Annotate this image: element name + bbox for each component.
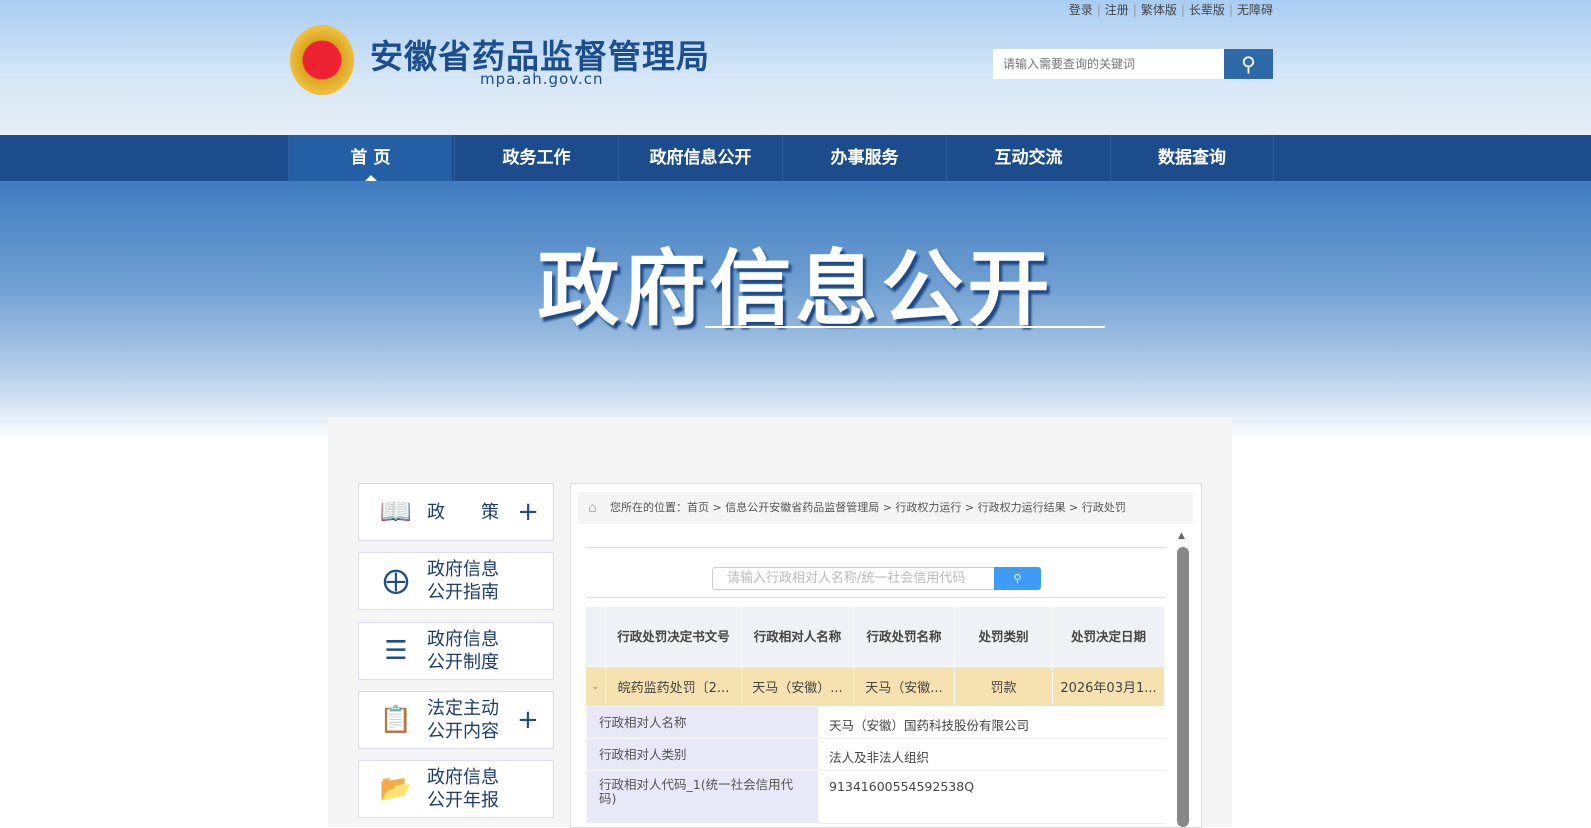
divider (586, 547, 1166, 548)
table-header: 行政处罚名称 (854, 607, 955, 666)
table-header: 行政处罚决定书文号 (606, 607, 742, 666)
book-icon: 📖 (379, 497, 413, 527)
detail-value: 法人及非法人组织 (818, 739, 1165, 771)
main-nav: 首 页 政务工作 政府信息公开 办事服务 互动交流 数据查询 (0, 135, 1591, 181)
table-cell: 天马（安徽... (854, 667, 955, 706)
crumb-home[interactable]: 首页 (687, 501, 709, 514)
table-header-expand (586, 607, 606, 666)
breadcrumb: ⌂ 您所在的位置：首页 > 信息公开安徽省药品监督管理局 > 行政权力运行 > … (578, 492, 1193, 524)
nav-home[interactable]: 首 页 (288, 135, 452, 181)
detail-label: 行政相对人代码_1(统一社会信用代码) (587, 771, 818, 824)
home-icon: ⌂ (588, 500, 597, 516)
table-cell: 天马（安徽）... (742, 667, 854, 706)
expand-plus-icon[interactable]: + (517, 497, 539, 527)
table-header: 处罚类别 (955, 607, 1053, 666)
site-search-input[interactable] (993, 49, 1224, 79)
detail-label: 行政相对人类别 (587, 739, 818, 771)
crumb-results[interactable]: 行政权力运行结果 (978, 501, 1066, 514)
clipboard-icon: 📋 (379, 705, 413, 735)
elder-link[interactable]: 长辈版 (1189, 3, 1225, 17)
divider (705, 326, 1105, 328)
crumb-power[interactable]: 行政权力运行 (895, 501, 961, 514)
detail-label: 行政相对人名称 (587, 707, 818, 739)
detail-value: 91341600554592538Q (818, 771, 1165, 824)
scrollbar[interactable] (1177, 547, 1189, 827)
crumb-penalty[interactable]: 行政处罚 (1082, 501, 1126, 514)
nav-data-query[interactable]: 数据查询 (1110, 135, 1274, 181)
nav-info-disclosure[interactable]: 政府信息公开 (618, 135, 782, 181)
banner-title: 政府信息公开 (537, 242, 1054, 337)
divider (586, 597, 1166, 598)
crumb-disclosure[interactable]: 信息公开安徽省药品监督管理局 (725, 501, 879, 514)
header (0, 0, 1591, 135)
table-cell[interactable]: 皖药监药处罚〔2... (606, 667, 742, 706)
register-link[interactable]: 注册 (1105, 3, 1129, 17)
traditional-link[interactable]: 繁体版 (1141, 3, 1177, 17)
search-icon: ⚲ (1241, 52, 1256, 76)
folder-icon: 📂 (379, 774, 413, 804)
sidebar-item-guide[interactable]: ⨁ 政府信息公开指南 (358, 552, 554, 610)
accessibility-link[interactable]: 无障碍 (1237, 3, 1273, 17)
nav-government-work[interactable]: 政务工作 (454, 135, 618, 181)
chevron-down-icon[interactable]: ⌄ (586, 667, 606, 706)
table-cell: 2026年03月1... (1053, 667, 1165, 706)
scroll-up-arrow[interactable]: ▲ (1178, 531, 1185, 541)
expand-plus-icon[interactable]: + (517, 705, 539, 735)
sidebar-item-system[interactable]: ☰ 政府信息公开制度 (358, 622, 554, 680)
nav-interaction[interactable]: 互动交流 (946, 135, 1110, 181)
top-links: 登录 | 注册 | 繁体版 | 长辈版 | 无障碍 (1068, 3, 1273, 17)
penalty-search-input[interactable]: 请输入行政相对人名称/统一社会信用代码 (712, 567, 995, 590)
site-url: mpa.ah.gov.cn (480, 70, 604, 88)
nav-services[interactable]: 办事服务 (782, 135, 946, 181)
search-button[interactable]: ⚲ (1224, 49, 1273, 79)
detail-value: 天马（安徽）国药科技股份有限公司 (818, 707, 1165, 739)
table-cell: 罚款 (955, 667, 1053, 706)
sidebar-item-statutory[interactable]: 📋 法定主动公开内容 + (358, 691, 554, 749)
national-emblem-logo (290, 25, 354, 95)
table-header: 处罚决定日期 (1053, 607, 1165, 666)
login-link[interactable]: 登录 (1069, 3, 1093, 17)
penalty-search-button[interactable]: ⚲ (994, 567, 1041, 590)
sidebar-item-policy[interactable]: 📖 政 策 + (358, 483, 554, 541)
sidebar-item-annual-report[interactable]: 📂 政府信息公开年报 (358, 760, 554, 818)
list-icon: ☰ (384, 636, 408, 666)
compass-icon: ⨁ (383, 566, 409, 596)
search-icon: ⚲ (1013, 572, 1022, 585)
table-header: 行政相对人名称 (742, 607, 854, 666)
